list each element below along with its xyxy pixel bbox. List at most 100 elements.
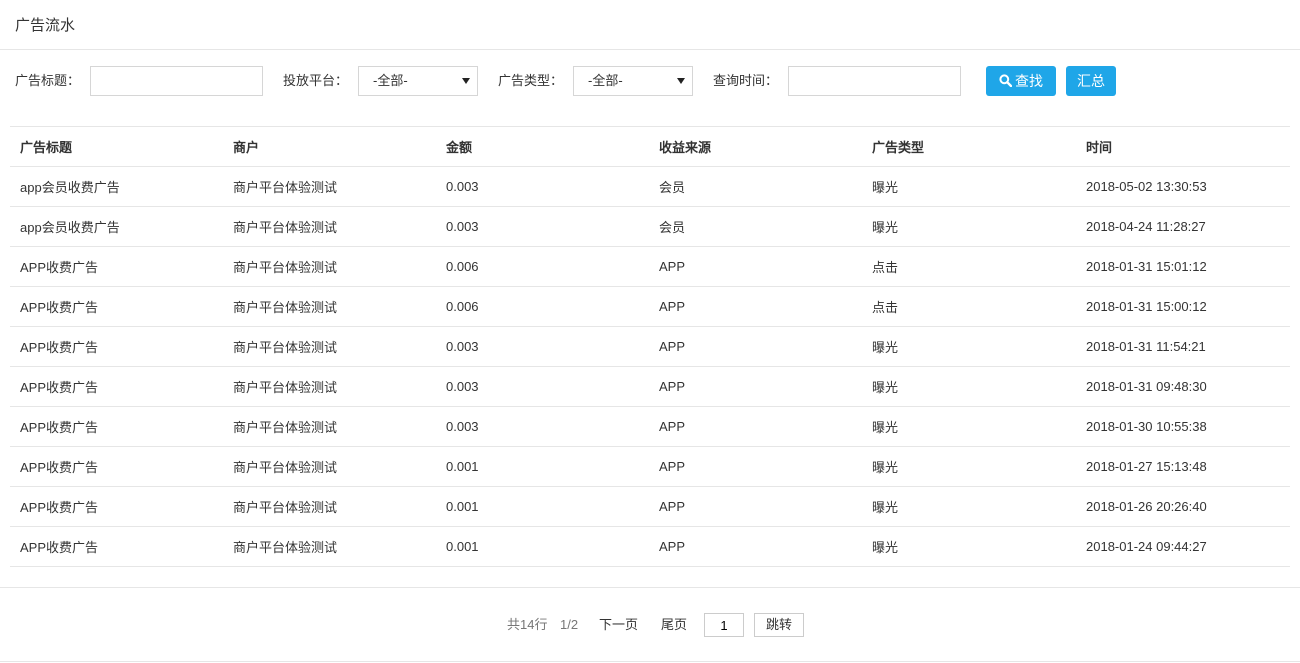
cell-ad-type: 曝光 xyxy=(862,206,1076,247)
cell-time: 2018-01-26 20:26:40 xyxy=(1076,486,1290,527)
cell-ad-title: APP收费广告 xyxy=(10,446,223,487)
table-row: APP收费广告 商户平台体验测试 0.006 APP 点击 2018-01-31 15:0… xyxy=(10,246,1290,287)
cell-revenue-source: APP xyxy=(649,286,862,327)
cell-revenue-source: APP xyxy=(649,446,862,487)
cell-merchant: 商户平台体验测试 xyxy=(223,286,436,327)
cell-ad-type: 曝光 xyxy=(862,526,1076,567)
cell-time: 2018-05-02 13:30:53 xyxy=(1076,166,1290,207)
cell-merchant: 商户平台体验测试 xyxy=(223,366,436,407)
cell-amount: 0.003 xyxy=(436,206,649,247)
summary-button-label: 汇总 xyxy=(1077,73,1105,89)
ad-flow-table: 广告标题 商户 金额 收益来源 广告类型 时间 app会员收费广告 商户平台体验测… xyxy=(10,126,1290,567)
pager-jump-button[interactable]: 跳转 xyxy=(754,613,804,637)
cell-amount: 0.006 xyxy=(436,286,649,327)
filter-bar: 广告标题： 投放平台： -全部- 广告类型： -全部- 查询时间： 查找 汇总 xyxy=(0,66,1300,96)
cell-amount: 0.003 xyxy=(436,366,649,407)
cell-ad-title: APP收费广告 xyxy=(10,246,223,287)
cell-merchant: 商户平台体验测试 xyxy=(223,246,436,287)
cell-revenue-source: APP xyxy=(649,486,862,527)
cell-time: 2018-04-24 11:28:27 xyxy=(1076,206,1290,247)
cell-ad-title: APP收费广告 xyxy=(10,286,223,327)
search-button-label: 查找 xyxy=(1015,73,1043,89)
cell-revenue-source: APP xyxy=(649,526,862,567)
table-row: APP收费广告 商户平台体验测试 0.006 APP 点击 2018-01-31 15:0… xyxy=(10,286,1290,327)
table-row: APP收费广告 商户平台体验测试 0.001 APP 曝光 2018-01-26 20:2… xyxy=(10,486,1290,527)
cell-ad-type: 点击 xyxy=(862,246,1076,287)
cell-time: 2018-01-31 15:01:12 xyxy=(1076,246,1290,287)
cell-ad-type: 曝光 xyxy=(862,406,1076,447)
cell-ad-title: APP收费广告 xyxy=(10,366,223,407)
cell-ad-title: app会员收费广告 xyxy=(10,166,223,207)
cell-amount: 0.001 xyxy=(436,446,649,487)
cell-time: 2018-01-31 11:54:21 xyxy=(1076,326,1290,367)
cell-revenue-source: APP xyxy=(649,326,862,367)
cell-ad-type: 曝光 xyxy=(862,446,1076,487)
column-header-ad-title: 广告标题 xyxy=(10,126,223,167)
cell-merchant: 商户平台体验测试 xyxy=(223,446,436,487)
cell-merchant: 商户平台体验测试 xyxy=(223,206,436,247)
cell-time: 2018-01-30 10:55:38 xyxy=(1076,406,1290,447)
cell-merchant: 商户平台体验测试 xyxy=(223,326,436,367)
column-header-revenue-source: 收益来源 xyxy=(649,126,862,167)
cell-revenue-source: 会员 xyxy=(649,166,862,207)
table-row: APP收费广告 商户平台体验测试 0.003 APP 曝光 2018-01-30 10:5… xyxy=(10,406,1290,447)
cell-merchant: 商户平台体验测试 xyxy=(223,526,436,567)
column-header-time: 时间 xyxy=(1076,126,1290,167)
page-title: 广告流水 xyxy=(15,17,76,34)
cell-merchant: 商户平台体验测试 xyxy=(223,486,436,527)
search-icon xyxy=(999,67,1013,97)
cell-merchant: 商户平台体验测试 xyxy=(223,166,436,207)
cell-amount: 0.003 xyxy=(436,326,649,367)
pager-next-link[interactable]: 下一页 xyxy=(599,612,638,638)
pager-total: 共14行 xyxy=(507,617,548,632)
cell-ad-type: 曝光 xyxy=(862,366,1076,407)
cell-ad-title: APP收费广告 xyxy=(10,526,223,567)
caret-down-icon xyxy=(677,78,685,84)
cell-time: 2018-01-24 09:44:27 xyxy=(1076,526,1290,567)
cell-time: 2018-01-27 15:13:48 xyxy=(1076,446,1290,487)
platform-label: 投放平台： xyxy=(283,73,349,88)
platform-select-value: -全部- xyxy=(373,73,408,88)
cell-ad-type: 曝光 xyxy=(862,326,1076,367)
cell-amount: 0.003 xyxy=(436,406,649,447)
caret-down-icon xyxy=(462,78,470,84)
table-row: APP收费广告 商户平台体验测试 0.003 APP 曝光 2018-01-31 09:4… xyxy=(10,366,1290,407)
cell-revenue-source: 会员 xyxy=(649,206,862,247)
cell-revenue-source: APP xyxy=(649,406,862,447)
cell-merchant: 商户平台体验测试 xyxy=(223,406,436,447)
table-row: APP收费广告 商户平台体验测试 0.001 APP 曝光 2018-01-27 15:1… xyxy=(10,446,1290,487)
cell-revenue-source: APP xyxy=(649,366,862,407)
column-header-amount: 金额 xyxy=(436,126,649,167)
pagination: 共14行 1/2 下一页 尾页 跳转 xyxy=(0,612,1300,638)
page-bottom-divider xyxy=(0,661,1300,662)
cell-amount: 0.006 xyxy=(436,246,649,287)
search-button[interactable]: 查找 xyxy=(986,66,1056,96)
ad-type-label: 广告类型： xyxy=(498,73,564,88)
cell-ad-type: 曝光 xyxy=(862,486,1076,527)
pager-page-input[interactable] xyxy=(704,613,744,637)
table-row: APP收费广告 商户平台体验测试 0.001 APP 曝光 2018-01-24 09:4… xyxy=(10,526,1290,567)
table-bottom-divider xyxy=(0,587,1300,588)
ad-title-label: 广告标题： xyxy=(15,73,81,88)
cell-amount: 0.003 xyxy=(436,166,649,207)
ad-type-select[interactable]: -全部- xyxy=(573,66,693,96)
query-time-input[interactable] xyxy=(788,66,961,96)
cell-ad-type: 点击 xyxy=(862,286,1076,327)
platform-select[interactable]: -全部- xyxy=(358,66,478,96)
cell-time: 2018-01-31 09:48:30 xyxy=(1076,366,1290,407)
pager-last-link[interactable]: 尾页 xyxy=(661,612,687,638)
column-header-merchant: 商户 xyxy=(223,126,436,167)
cell-ad-type: 曝光 xyxy=(862,166,1076,207)
page-header: 广告流水 xyxy=(0,0,1300,50)
cell-ad-title: APP收费广告 xyxy=(10,326,223,367)
summary-button[interactable]: 汇总 xyxy=(1066,66,1116,96)
cell-amount: 0.001 xyxy=(436,486,649,527)
cell-ad-title: APP收费广告 xyxy=(10,486,223,527)
query-time-label: 查询时间： xyxy=(713,73,779,88)
table-row: APP收费广告 商户平台体验测试 0.003 APP 曝光 2018-01-31 11:5… xyxy=(10,326,1290,367)
table-row: app会员收费广告 商户平台体验测试 0.003 会员 曝光 2018-05-02 13:… xyxy=(10,166,1290,207)
cell-ad-title: APP收费广告 xyxy=(10,406,223,447)
cell-time: 2018-01-31 15:00:12 xyxy=(1076,286,1290,327)
pager-page-indicator: 1/2 xyxy=(560,617,579,632)
ad-title-input[interactable] xyxy=(90,66,263,96)
